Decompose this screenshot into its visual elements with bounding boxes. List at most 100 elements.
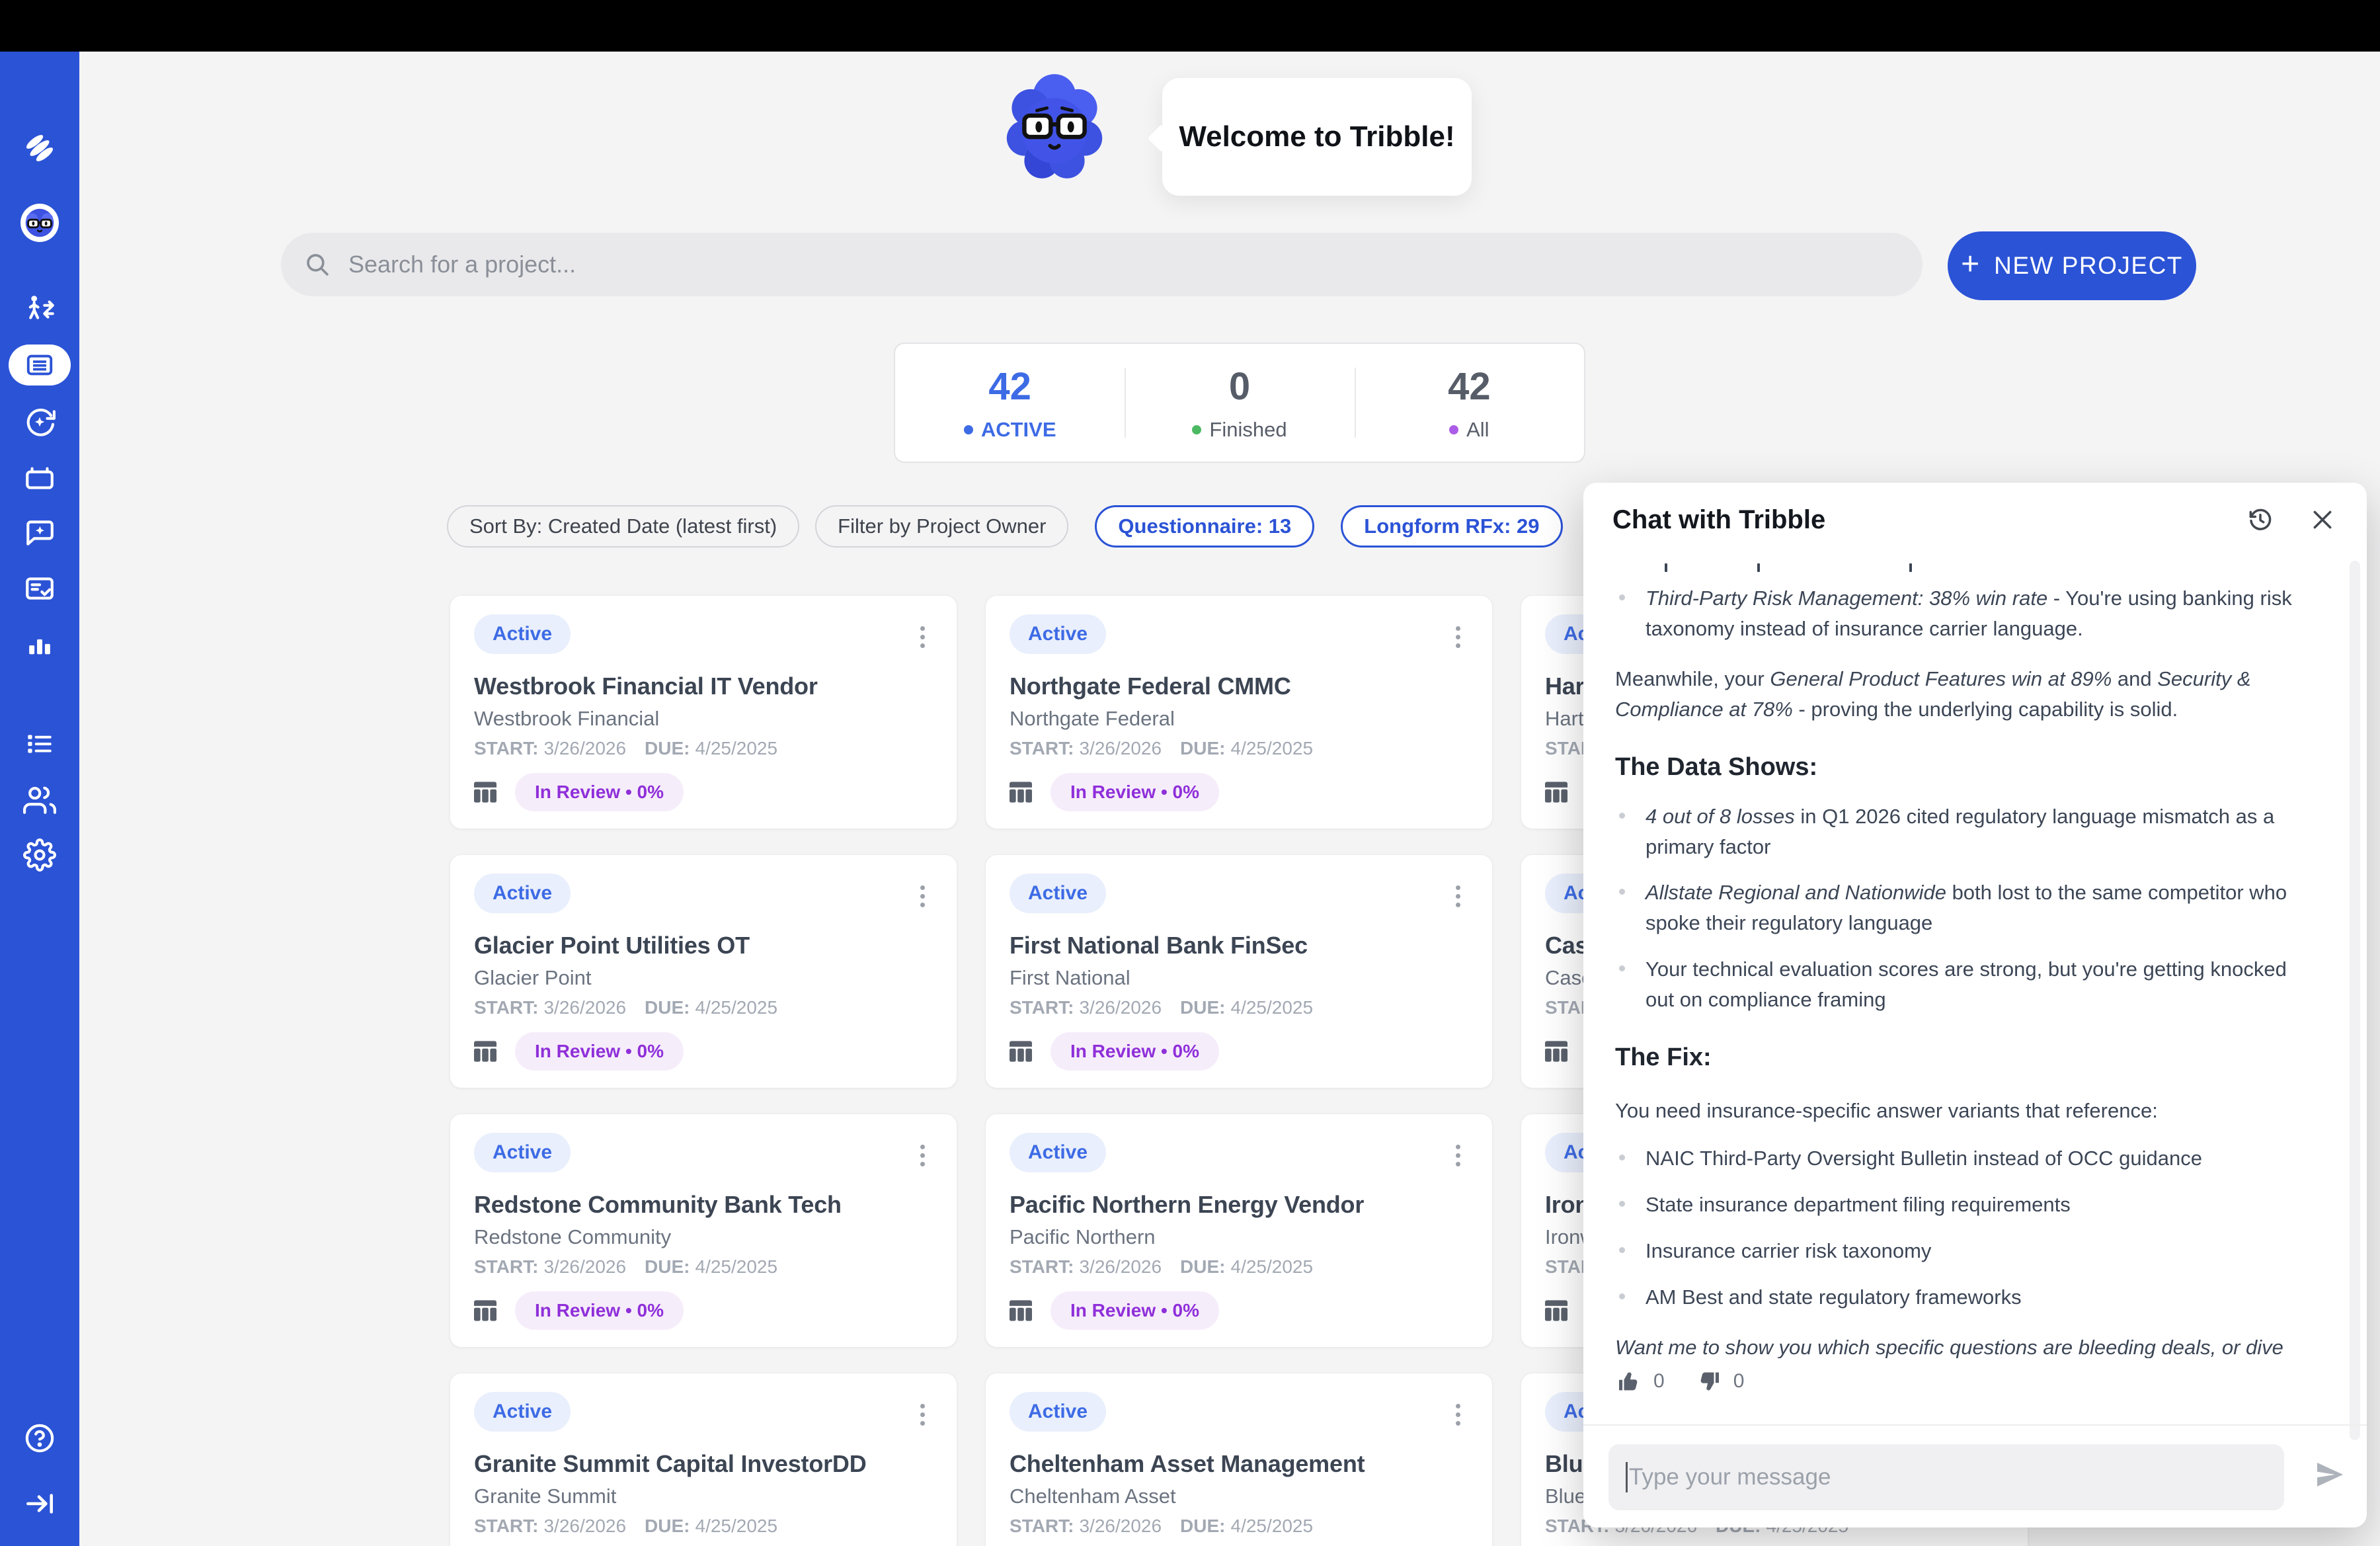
- project-card[interactable]: Active Pacific Northern Energy Vendor Pa…: [985, 1114, 1493, 1348]
- project-title: Pacific Northern Energy Vendor: [1010, 1191, 1468, 1219]
- project-dates: START:3/26/2026DUE:4/25/2025: [1010, 738, 1313, 759]
- search-input[interactable]: [348, 251, 1803, 278]
- plus-icon: +: [1961, 249, 1979, 280]
- status-badge: Active: [474, 1392, 571, 1432]
- project-stats: 42ACTIVE 0 Finished 42All: [894, 343, 1585, 463]
- table-icon: [1010, 782, 1032, 803]
- analytics-icon[interactable]: [22, 628, 58, 663]
- filter-chip[interactable]: Questionnaire: 13: [1095, 505, 1314, 548]
- table-icon: [1545, 1300, 1567, 1321]
- queue-list-icon[interactable]: [22, 725, 58, 761]
- kebab-menu-icon[interactable]: [1443, 877, 1472, 915]
- thumbs-up-icon[interactable]: [1615, 1367, 1643, 1395]
- project-card[interactable]: Active Cheltenham Asset Management Chelt…: [985, 1373, 1493, 1546]
- project-title: Redstone Community Bank Tech: [474, 1191, 933, 1219]
- welcome-text: Welcome to Tribble!: [1179, 120, 1454, 153]
- chat-section-heading: The Data Shows:: [1615, 749, 2315, 786]
- project-card[interactable]: Active Granite Summit Capital InvestorDD…: [450, 1373, 957, 1546]
- project-title: Westbrook Financial IT Vendor: [474, 672, 933, 700]
- kebab-menu-icon[interactable]: [1443, 1396, 1472, 1433]
- table-icon: [1010, 1041, 1032, 1062]
- filter-chip[interactable]: Longform RFx: 29: [1341, 505, 1562, 548]
- project-card[interactable]: Active First National Bank FinSec First …: [985, 854, 1493, 1088]
- chat-input[interactable]: [1608, 1444, 2284, 1510]
- progress-pill: In Review • 0%: [515, 1032, 684, 1071]
- project-card[interactable]: Active Redstone Community Bank Tech Reds…: [450, 1114, 957, 1348]
- filter-chips: Sort By: Created Date (latest first) Filt…: [447, 505, 1563, 548]
- stat-value: 42: [1448, 364, 1491, 409]
- chat-scrollbar[interactable]: [2350, 561, 2360, 1440]
- kebab-menu-icon[interactable]: [1443, 618, 1472, 655]
- kebab-menu-icon[interactable]: [908, 1137, 937, 1174]
- table-icon: [1545, 782, 1567, 803]
- stat-finished[interactable]: 0 Finished: [1125, 344, 1354, 462]
- table-icon: [474, 1300, 496, 1321]
- settings-gear-icon[interactable]: [22, 837, 58, 873]
- project-search[interactable]: [281, 233, 1923, 296]
- stat-active[interactable]: 42ACTIVE: [895, 344, 1125, 462]
- sidebar: TK: [0, 52, 79, 1546]
- project-card[interactable]: Active Glacier Point Utilities OT Glacie…: [450, 854, 957, 1088]
- stat-all[interactable]: 42All: [1355, 344, 1584, 462]
- top-bar: [0, 0, 2380, 52]
- send-icon[interactable]: [2311, 1456, 2348, 1493]
- chat-paragraph: Want me to show you which specific quest…: [1615, 1332, 2315, 1358]
- kebab-menu-icon[interactable]: [1443, 1137, 1472, 1174]
- thumbs-up-count: 0: [1653, 1370, 1665, 1393]
- project-client: Northgate Federal: [1010, 707, 1468, 731]
- thumbs-down-icon[interactable]: [1695, 1367, 1723, 1395]
- chat-bullet-item: Your technical evaluation scores are str…: [1615, 954, 2315, 1015]
- team-icon[interactable]: [22, 782, 58, 818]
- tribble-logo-icon[interactable]: [22, 130, 58, 166]
- handoff-icon[interactable]: [22, 291, 58, 327]
- progress-pill: In Review • 0%: [515, 1291, 684, 1330]
- chat-bullet-item: NAIC Third-Party Oversight Bulletin inst…: [1615, 1143, 2315, 1174]
- chat-ai-icon[interactable]: [22, 514, 58, 550]
- progress-pill: In Review • 0%: [1051, 1291, 1219, 1330]
- sidebar-item-projects-selected[interactable]: [9, 345, 71, 386]
- help-icon[interactable]: [22, 1420, 58, 1456]
- chat-message-input[interactable]: [1629, 1464, 2267, 1490]
- message-feedback: 0 0: [1615, 1367, 1764, 1395]
- filter-chip[interactable]: Filter by Project Owner: [815, 505, 1068, 548]
- collapse-icon[interactable]: [22, 1486, 58, 1522]
- new-project-button[interactable]: + NEW PROJECT: [1948, 231, 2196, 300]
- chat-input-row: [1583, 1424, 2367, 1527]
- project-client: First National: [1010, 966, 1468, 990]
- kebab-menu-icon[interactable]: [908, 877, 937, 915]
- chat-history-icon[interactable]: [2245, 505, 2276, 535]
- project-card[interactable]: Active Westbrook Financial IT Vendor Wes…: [450, 595, 957, 829]
- chat-close-icon[interactable]: [2307, 505, 2338, 535]
- chat-paragraph: Meanwhile, your General Product Features…: [1615, 664, 2315, 725]
- status-badge: Active: [474, 614, 571, 654]
- chat-panel: Chat with Tribble Third-Party Risk Manag…: [1583, 483, 2367, 1527]
- search-icon: [303, 251, 331, 278]
- stat-dot-icon: [964, 425, 973, 434]
- chat-header: Chat with Tribble: [1583, 483, 2367, 557]
- tribble-assistant-avatar[interactable]: [20, 204, 59, 242]
- table-icon: [474, 1041, 496, 1062]
- chat-bullet-item: AM Best and state regulatory frameworks: [1615, 1282, 2315, 1313]
- filter-chip[interactable]: Sort By: Created Date (latest first): [447, 505, 799, 548]
- status-badge: Active: [1010, 1392, 1106, 1432]
- kebab-menu-icon[interactable]: [908, 618, 937, 655]
- project-card[interactable]: Active Northgate Federal CMMC Northgate …: [985, 595, 1493, 829]
- kebab-menu-icon[interactable]: [908, 1396, 937, 1433]
- project-client: Cheltenham Asset: [1010, 1485, 1468, 1508]
- chat-section-heading: The Fix:: [1615, 1039, 2315, 1076]
- project-dates: START:3/26/2026DUE:4/25/2025: [474, 738, 777, 759]
- sync-ai-icon[interactable]: [22, 404, 58, 440]
- stat-value: 0: [1229, 364, 1250, 409]
- chat-bullet-item: Insurance carrier risk taxonomy: [1615, 1236, 2315, 1266]
- chat-paragraph: You need insurance-specific answer varia…: [1615, 1096, 2315, 1126]
- review-list-icon[interactable]: [22, 571, 58, 606]
- status-badge: Active: [1010, 614, 1106, 654]
- stat-label: Finished: [1192, 418, 1287, 442]
- project-client: Glacier Point: [474, 966, 933, 990]
- tray-calendar-icon[interactable]: [22, 460, 58, 496]
- project-dates: START:3/26/2026DUE:4/25/2025: [474, 1256, 777, 1278]
- stat-dot-icon: [1449, 425, 1458, 434]
- project-dates: START:3/26/2026DUE:4/25/2025: [1010, 1516, 1313, 1537]
- project-client: Pacific Northern: [1010, 1225, 1468, 1249]
- project-dates: START:3/26/2026DUE:4/25/2025: [1010, 997, 1313, 1018]
